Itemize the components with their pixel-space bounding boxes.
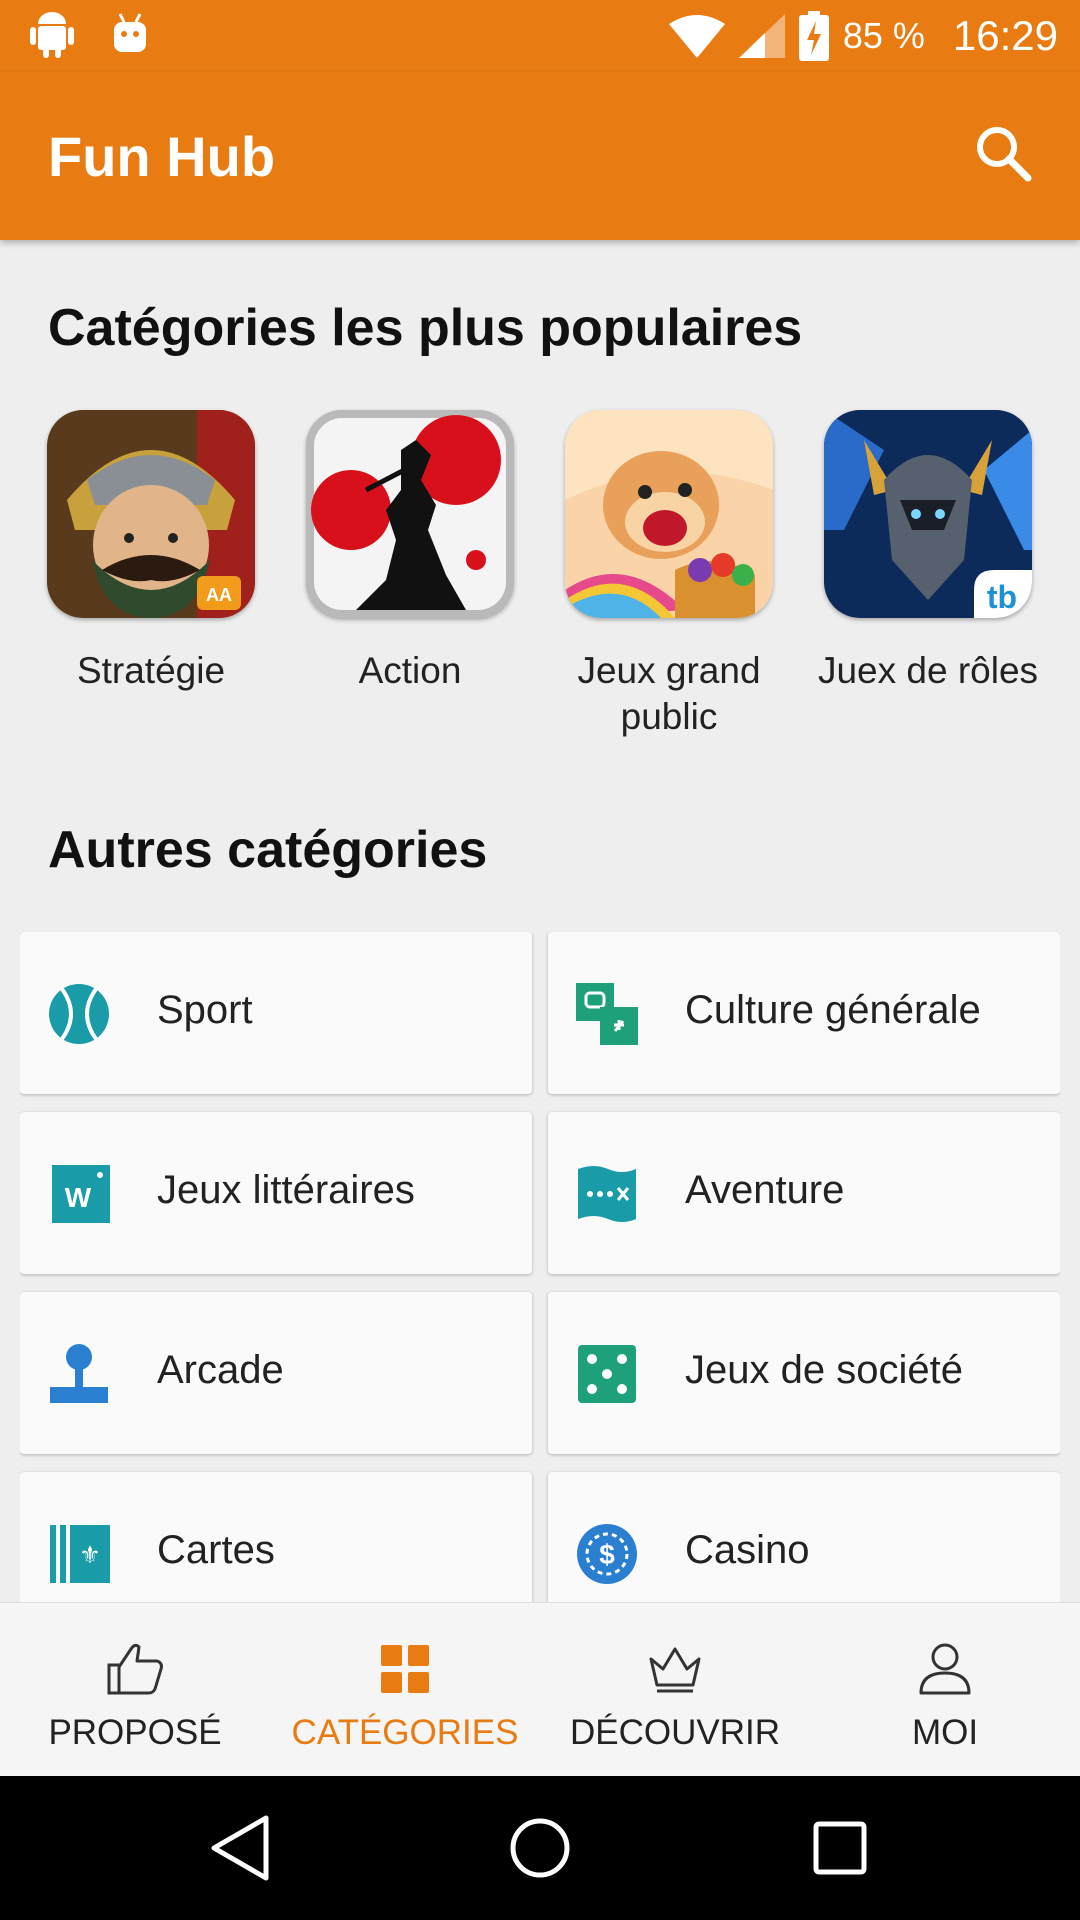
battery-charging-icon [798, 11, 829, 61]
bottom-navigation: PROPOSÉ CATÉGORIES DÉCOUVRIR MOI [0, 1602, 1080, 1776]
search-icon[interactable] [972, 122, 1036, 186]
svg-text:W: W [65, 1182, 92, 1213]
nav-label: PROPOSÉ [48, 1713, 222, 1752]
nav-tab-moi[interactable]: MOI [810, 1603, 1080, 1777]
category-label: Jeux de société [685, 1348, 963, 1392]
category-card-aventure[interactable]: Aventure [548, 1112, 1060, 1274]
popular-item-juex-de-roles[interactable]: tb Juex de rôles [799, 410, 1057, 694]
rpg-game-image: tb [824, 410, 1032, 618]
nav-tab-categories[interactable]: CATÉGORIES [270, 1603, 540, 1777]
category-label: Jeux littéraires [157, 1168, 415, 1212]
other-categories-grid: Sport Culture générale W Jeux littéraire… [20, 932, 1060, 1602]
other-section-title: Autres catégories [48, 821, 488, 879]
category-card-casino[interactable]: $ Casino [548, 1472, 1060, 1602]
category-card-jeux-litteraires[interactable]: W Jeux littéraires [20, 1112, 532, 1274]
popular-item-label: Juex de rôles [817, 650, 1039, 691]
app-bar: Fun Hub [0, 72, 1080, 240]
category-label: Culture générale [685, 988, 981, 1032]
playing-card-icon: ⚜ [50, 1525, 110, 1583]
svg-text:tb: tb [987, 579, 1017, 615]
person-icon [919, 1643, 971, 1695]
category-card-sport[interactable]: Sport [20, 932, 532, 1094]
app-title: Fun Hub [48, 125, 276, 188]
popular-item-action[interactable]: Action [281, 410, 539, 694]
category-label: Arcade [157, 1348, 284, 1392]
svg-text:AA: AA [206, 585, 232, 605]
crown-icon [649, 1647, 701, 1693]
grid-icon [381, 1645, 429, 1693]
thumbs-up-icon [107, 1643, 163, 1695]
nav-label: DÉCOUVRIR [569, 1713, 781, 1752]
category-label: Aventure [685, 1168, 845, 1212]
category-card-culture-generale[interactable]: Culture générale [548, 932, 1060, 1094]
svg-text:$: $ [599, 1539, 615, 1570]
quiz-icon [576, 983, 638, 1045]
category-card-cartes[interactable]: ⚜ Cartes [20, 1472, 532, 1602]
nav-label: CATÉGORIES [291, 1713, 519, 1752]
treasure-map-icon [578, 1166, 636, 1222]
popular-item-label: Jeux grand public [577, 650, 761, 737]
home-icon[interactable] [508, 1814, 572, 1882]
system-navigation-bar [0, 1776, 1080, 1920]
android-debug-icon [114, 13, 146, 52]
popular-item-strategie[interactable]: AA Stratégie [22, 410, 280, 694]
joystick-icon [50, 1344, 108, 1403]
tennis-ball-icon [49, 984, 109, 1044]
popular-item-jeux-grand-public[interactable]: Jeux grand public [540, 410, 798, 740]
category-label: Casino [685, 1528, 810, 1572]
popular-item-label: Stratégie [76, 650, 226, 691]
category-label: Sport [157, 988, 253, 1032]
popular-item-label: Action [358, 650, 462, 691]
back-icon[interactable] [208, 1814, 272, 1882]
popular-categories: AA Stratégie Action Jeux grand public tb… [0, 410, 1080, 750]
casino-chip-icon: $ [577, 1524, 637, 1584]
word-tile-icon: W [52, 1165, 110, 1223]
wifi-icon [668, 15, 725, 58]
category-card-arcade[interactable]: Arcade [20, 1292, 532, 1454]
nav-label: MOI [911, 1713, 979, 1752]
dice-icon [578, 1345, 636, 1403]
android-icon [30, 12, 74, 58]
clock: 16:29 [952, 12, 1058, 59]
category-card-jeux-de-societe[interactable]: Jeux de société [548, 1292, 1060, 1454]
signal-icon [738, 14, 785, 58]
battery-percent: 85 % [842, 15, 925, 56]
svg-text:⚜: ⚜ [79, 1541, 101, 1569]
nav-tab-decouvrir[interactable]: DÉCOUVRIR [540, 1603, 810, 1777]
status-bar: 85 % 16:29 [0, 0, 1080, 72]
action-game-image [306, 410, 514, 618]
casual-game-image [565, 410, 773, 618]
nav-tab-propose[interactable]: PROPOSÉ [0, 1603, 270, 1777]
popular-section-title: Catégories les plus populaires [48, 299, 803, 357]
recents-icon[interactable] [808, 1814, 872, 1882]
category-label: Cartes [157, 1528, 275, 1572]
strategie-game-image: AA [47, 410, 255, 618]
